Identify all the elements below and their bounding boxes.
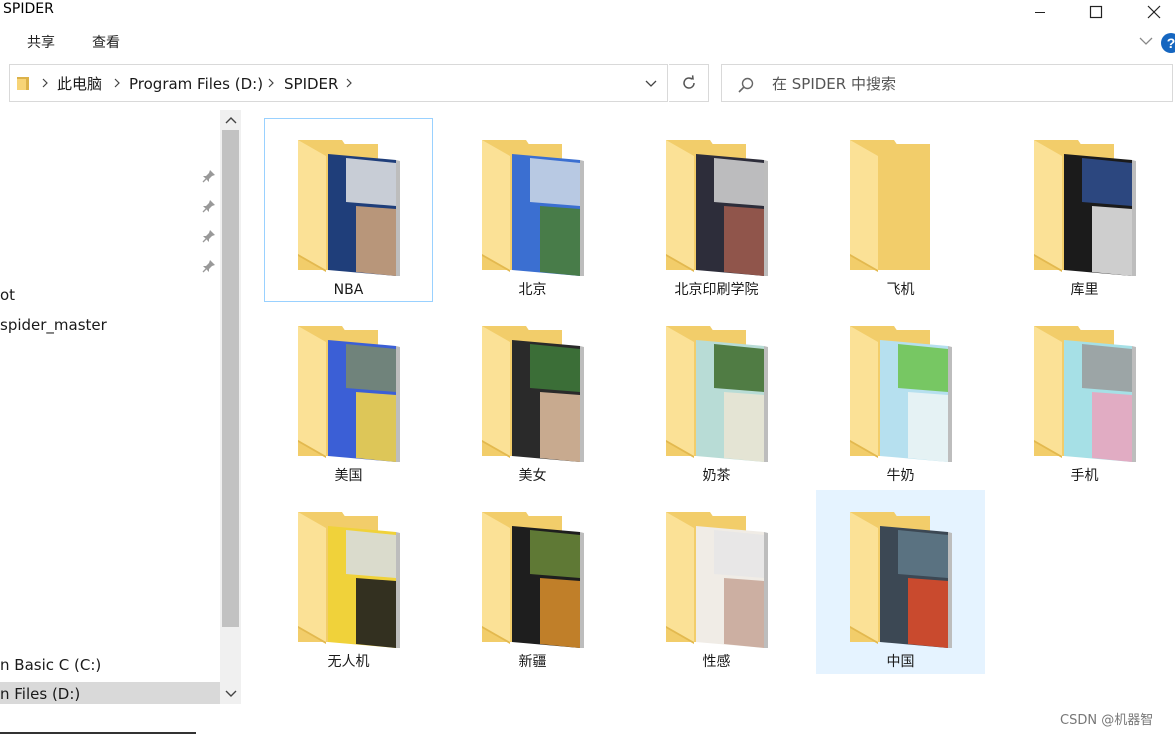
folder-label: 美国 bbox=[334, 468, 363, 484]
maximize-button[interactable] bbox=[1073, 0, 1119, 24]
folder-icon bbox=[850, 140, 930, 272]
search-input[interactable]: 在 SPIDER 中搜索 bbox=[772, 74, 896, 94]
refresh-icon bbox=[682, 75, 695, 89]
folder-icon bbox=[666, 512, 768, 648]
chevron-right-icon[interactable] bbox=[344, 77, 354, 89]
folder-label: 新疆 bbox=[518, 654, 547, 670]
watermark-text: CSDN @机器智 bbox=[1060, 713, 1154, 728]
nav-item-ot[interactable]: ot bbox=[0, 283, 220, 307]
folder-icon bbox=[298, 326, 400, 462]
folder-label: 库里 bbox=[1070, 282, 1099, 298]
folder-tile[interactable]: 无人机 bbox=[264, 490, 433, 674]
folder-tile[interactable]: 牛奶 bbox=[816, 304, 985, 488]
folder-tile[interactable]: 美女 bbox=[448, 304, 617, 488]
folder-label: 牛奶 bbox=[886, 468, 915, 484]
folder-label: 美女 bbox=[518, 468, 547, 484]
chevron-right-icon[interactable] bbox=[112, 77, 122, 89]
folder-tile[interactable]: 手机 bbox=[1000, 304, 1169, 488]
scroll-up-button[interactable] bbox=[220, 110, 241, 130]
pin-icon[interactable] bbox=[202, 169, 216, 183]
folder-tile[interactable]: 库里 bbox=[1000, 118, 1169, 302]
chevron-down-icon bbox=[225, 690, 236, 697]
folder-icon bbox=[482, 512, 584, 648]
tab-share[interactable]: 共享 bbox=[27, 33, 55, 53]
search-box[interactable]: 在 SPIDER 中搜索 bbox=[721, 64, 1173, 102]
navigation-pane: ot spider_master n Basic C (C:) n Files … bbox=[0, 110, 220, 704]
folder-label: 奶茶 bbox=[702, 468, 731, 484]
folder-icon bbox=[298, 140, 400, 276]
folder-tile[interactable]: 北京印刷学院 bbox=[632, 118, 801, 302]
folder-icon bbox=[850, 512, 952, 648]
folder-icon bbox=[850, 326, 952, 462]
help-icon[interactable]: ? bbox=[1161, 33, 1175, 53]
tab-view[interactable]: 查看 bbox=[92, 33, 120, 53]
minimize-button[interactable] bbox=[1017, 0, 1063, 24]
minimize-icon bbox=[1035, 12, 1045, 13]
nav-item-drive-c[interactable]: n Basic C (C:) bbox=[0, 653, 220, 677]
ribbon: 共享 查看 bbox=[0, 28, 1175, 58]
chevron-down-icon[interactable] bbox=[1137, 34, 1155, 48]
folder-label: 北京 bbox=[518, 282, 547, 298]
refresh-button[interactable] bbox=[669, 64, 709, 102]
folder-icon bbox=[298, 512, 400, 648]
folder-tile[interactable]: 性感 bbox=[632, 490, 801, 674]
breadcrumb-program-files[interactable]: Program Files (D:) bbox=[129, 74, 263, 94]
scroll-down-button[interactable] bbox=[220, 684, 241, 704]
breadcrumb-spider[interactable]: SPIDER bbox=[284, 74, 338, 94]
folder-icon bbox=[1034, 326, 1136, 462]
chevron-up-icon bbox=[225, 117, 236, 124]
chevron-right-icon[interactable] bbox=[266, 77, 276, 89]
window-title: SPIDER bbox=[3, 1, 54, 17]
title-bar: SPIDER bbox=[0, 0, 1175, 24]
folder-icon bbox=[666, 326, 768, 462]
close-icon bbox=[1147, 5, 1161, 19]
folder-label: 飞机 bbox=[886, 282, 915, 298]
folder-icon bbox=[17, 77, 29, 90]
nav-item-spider-master[interactable]: spider_master bbox=[0, 313, 220, 337]
address-bar[interactable]: 此电脑 Program Files (D:) SPIDER bbox=[9, 64, 668, 102]
folder-tile[interactable]: 新疆 bbox=[448, 490, 617, 674]
maximize-icon bbox=[1089, 5, 1103, 19]
scroll-thumb[interactable] bbox=[222, 130, 239, 627]
folder-grid: NBA 北京 北京印刷学院 飞机 库里美国 美女 奶茶 牛奶 手机无人机 新疆 性感 中国 bbox=[241, 110, 1175, 732]
folder-tile[interactable]: 飞机 bbox=[816, 118, 985, 302]
pin-icon[interactable] bbox=[202, 259, 216, 273]
folder-icon bbox=[482, 326, 584, 462]
folder-tile[interactable]: 北京 bbox=[448, 118, 617, 302]
folder-label: 性感 bbox=[702, 654, 731, 670]
folder-tile[interactable]: 美国 bbox=[264, 304, 433, 488]
breadcrumb-this-pc[interactable]: 此电脑 bbox=[57, 74, 102, 94]
pin-icon[interactable] bbox=[202, 229, 216, 243]
folder-label: NBA bbox=[333, 282, 364, 298]
folder-icon bbox=[666, 140, 768, 276]
close-button[interactable] bbox=[1131, 0, 1175, 24]
chevron-down-icon[interactable] bbox=[644, 78, 658, 90]
pin-icon[interactable] bbox=[202, 199, 216, 213]
folder-label: 中国 bbox=[886, 654, 915, 670]
folder-tile[interactable]: 中国 bbox=[816, 490, 985, 674]
nav-scrollbar[interactable] bbox=[220, 110, 241, 704]
folder-icon bbox=[1034, 140, 1136, 276]
nav-item-drive-d[interactable]: n Files (D:) bbox=[0, 682, 220, 704]
folder-label: 手机 bbox=[1070, 468, 1099, 484]
folder-icon bbox=[482, 140, 584, 276]
chevron-right-icon[interactable] bbox=[40, 77, 50, 89]
folder-label: 无人机 bbox=[327, 654, 370, 670]
taskbar-edge bbox=[0, 732, 196, 734]
search-icon bbox=[738, 77, 754, 93]
folder-tile[interactable]: NBA bbox=[264, 118, 433, 302]
folder-tile[interactable]: 奶茶 bbox=[632, 304, 801, 488]
folder-label: 北京印刷学院 bbox=[674, 282, 759, 298]
